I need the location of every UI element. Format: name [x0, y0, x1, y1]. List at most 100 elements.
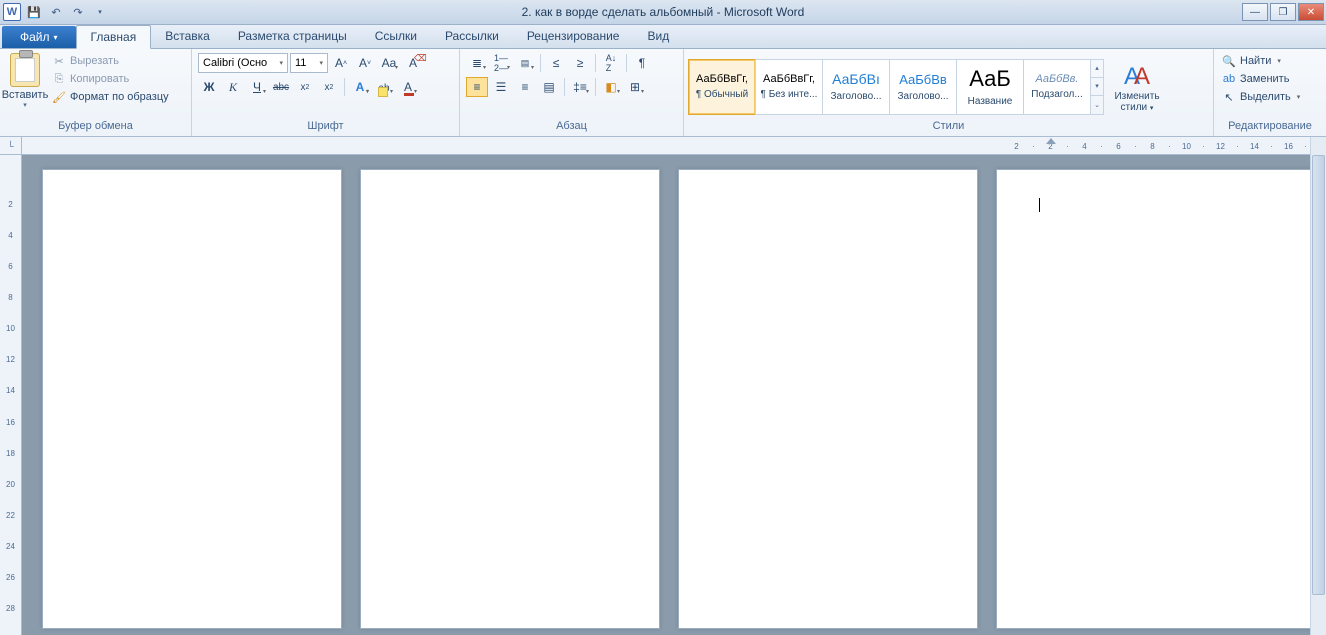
- find-icon: 🔍: [1222, 54, 1236, 68]
- shrink-font-button[interactable]: A˅: [354, 53, 376, 73]
- line-spacing-button[interactable]: ‡≡▾: [569, 77, 591, 97]
- show-marks-button[interactable]: ¶: [631, 53, 653, 73]
- group-label-styles: Стили: [688, 120, 1209, 136]
- scrollbar-thumb[interactable]: [1312, 155, 1325, 595]
- justify-button[interactable]: ▤: [538, 77, 560, 97]
- superscript-button[interactable]: x2: [318, 77, 340, 97]
- gallery-more-button[interactable]: ⌄: [1091, 96, 1103, 113]
- ruler-tick: 14: [1246, 142, 1263, 151]
- style-preview: АаБ: [969, 66, 1011, 92]
- word-app-icon[interactable]: W: [2, 2, 22, 22]
- tab-рассылки[interactable]: Рассылки: [431, 25, 513, 48]
- tab-главная[interactable]: Главная: [76, 25, 152, 49]
- ruler-tick: 24: [6, 542, 15, 573]
- font-name-combo[interactable]: Calibri (Осно▾: [198, 53, 288, 73]
- grow-font-button[interactable]: A˄: [330, 53, 352, 73]
- style-item[interactable]: АаБ Название: [956, 59, 1024, 115]
- pages-viewport[interactable]: [22, 155, 1310, 635]
- style-preview: АаБбВв.: [1036, 73, 1079, 85]
- tab-рецензирование[interactable]: Рецензирование: [513, 25, 634, 48]
- page-current[interactable]: [996, 169, 1310, 629]
- style-name: Подзагол...: [1031, 89, 1082, 100]
- bold-button[interactable]: Ж: [198, 77, 220, 97]
- highlight-button[interactable]: ab▾: [373, 77, 395, 97]
- select-button[interactable]: ↖Выделить▾: [1220, 89, 1302, 105]
- chevron-down-icon: ▾: [1277, 57, 1281, 65]
- font-size-combo[interactable]: 11▾: [290, 53, 328, 73]
- group-font: Calibri (Осно▾ 11▾ A˄ A˅ Aa▾ A⌫ Ж К Ч▾ a…: [192, 49, 460, 136]
- paste-label: Вставить: [2, 89, 49, 101]
- font-color-button[interactable]: A▾: [397, 77, 419, 97]
- ruler-tick: 26: [6, 573, 15, 604]
- bullets-button[interactable]: ≣▾: [466, 53, 488, 73]
- format-painter-button[interactable]: 🖌Формат по образцу: [48, 89, 173, 105]
- vertical-ruler[interactable]: 246810121416182022242628: [0, 155, 22, 635]
- cut-button[interactable]: ✂Вырезать: [48, 53, 173, 69]
- redo-icon[interactable]: ↷: [68, 2, 88, 22]
- tab-вид[interactable]: Вид: [633, 25, 683, 48]
- strikethrough-button[interactable]: abc: [270, 77, 292, 97]
- save-icon[interactable]: 💾: [24, 2, 44, 22]
- style-name: Название: [968, 96, 1013, 107]
- find-button[interactable]: 🔍Найти▾: [1220, 53, 1302, 69]
- page[interactable]: [360, 169, 660, 629]
- paste-button[interactable]: Вставить ▾: [4, 51, 46, 109]
- increase-indent-button[interactable]: ≥: [569, 53, 591, 73]
- window-title: 2. как в ворде сделать альбомный - Micro…: [522, 5, 805, 19]
- maximize-button[interactable]: ❐: [1270, 3, 1296, 21]
- align-left-button[interactable]: ≡: [466, 77, 488, 97]
- tab-ссылки[interactable]: Ссылки: [361, 25, 431, 48]
- change-styles-label: Изменить стили ▾: [1110, 91, 1164, 113]
- change-styles-button[interactable]: AA Изменить стили ▾: [1110, 61, 1164, 113]
- shading-button[interactable]: ◧▾: [600, 77, 622, 97]
- document-area: └ 2·2·4·6·8·10·12·14·16·18 2468101214161…: [0, 137, 1326, 635]
- align-center-button[interactable]: ☰: [490, 77, 512, 97]
- copy-button[interactable]: ⎘Копировать: [48, 71, 173, 87]
- file-tab[interactable]: Файл: [2, 26, 76, 48]
- gallery-down-button[interactable]: ▾: [1091, 78, 1103, 96]
- page[interactable]: [42, 169, 342, 629]
- chevron-down-icon: ▾: [366, 88, 369, 95]
- clear-formatting-button[interactable]: A⌫: [402, 53, 424, 73]
- style-item[interactable]: АаБбВıЗаголово...: [822, 59, 890, 115]
- borders-button[interactable]: ⊞▾: [624, 77, 646, 97]
- ruler-tick: 4: [1076, 142, 1093, 151]
- style-item[interactable]: АаБбВвГг,¶ Обычный: [688, 59, 756, 115]
- text-effects-button[interactable]: A▾: [349, 77, 371, 97]
- select-icon: ↖: [1222, 90, 1236, 104]
- decrease-indent-button[interactable]: ≤: [545, 53, 567, 73]
- qat-customize-icon[interactable]: ▾: [90, 2, 110, 22]
- gallery-up-button[interactable]: ▴: [1091, 60, 1103, 78]
- replace-label: Заменить: [1240, 73, 1289, 85]
- chevron-down-icon: ▾: [641, 88, 644, 95]
- ruler-tick: 20: [6, 480, 15, 511]
- page[interactable]: [678, 169, 978, 629]
- multilevel-list-button[interactable]: ▤▾: [514, 53, 536, 73]
- indent-marker-icon[interactable]: [1046, 138, 1056, 144]
- style-item[interactable]: АаБбВвЗаголово...: [889, 59, 957, 115]
- vertical-scrollbar[interactable]: [1310, 137, 1326, 635]
- tab-разметка страницы[interactable]: Разметка страницы: [224, 25, 361, 48]
- sort-button[interactable]: A↓Z: [600, 53, 622, 73]
- close-button[interactable]: ✕: [1298, 3, 1324, 21]
- ruler-corner[interactable]: └: [0, 137, 22, 155]
- horizontal-ruler[interactable]: 2·2·4·6·8·10·12·14·16·18: [22, 137, 1310, 155]
- style-item[interactable]: АаБбВв. Подзагол...: [1023, 59, 1091, 115]
- style-preview: АаБбВвГг,: [763, 73, 815, 85]
- ruler-tick: 4: [8, 231, 12, 262]
- quick-access-toolbar: W 💾 ↶ ↷ ▾: [0, 2, 110, 22]
- style-item[interactable]: АаБбВвГг,¶ Без инте...: [755, 59, 823, 115]
- subscript-button[interactable]: x2: [294, 77, 316, 97]
- style-name: Заголово...: [831, 91, 882, 102]
- align-right-button[interactable]: ≡: [514, 77, 536, 97]
- copy-icon: ⎘: [52, 72, 66, 86]
- change-case-button[interactable]: Aa▾: [378, 53, 400, 73]
- ruler-tick: 12: [6, 355, 15, 386]
- italic-button[interactable]: К: [222, 77, 244, 97]
- minimize-button[interactable]: —: [1242, 3, 1268, 21]
- tab-вставка[interactable]: Вставка: [151, 25, 224, 48]
- undo-icon[interactable]: ↶: [46, 2, 66, 22]
- numbering-button[interactable]: 1―2―▾: [490, 53, 512, 73]
- replace-button[interactable]: abЗаменить: [1220, 71, 1302, 87]
- underline-button[interactable]: Ч▾: [246, 77, 268, 97]
